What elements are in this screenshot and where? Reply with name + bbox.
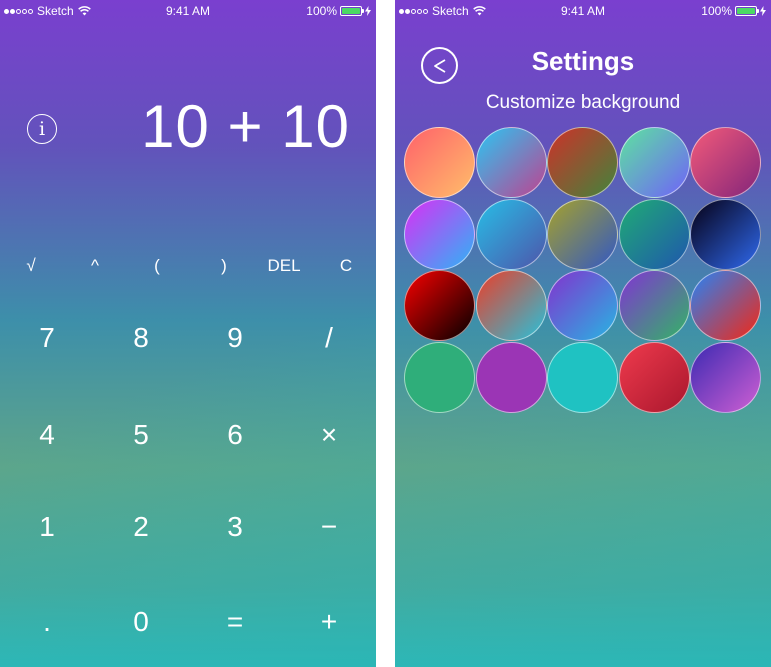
background-swatch[interactable] xyxy=(690,198,761,270)
background-swatch[interactable] xyxy=(690,270,761,341)
key-1[interactable]: 1 xyxy=(39,511,55,543)
status-bar: Sketch 9:41 AM 100% xyxy=(395,0,771,22)
key-8[interactable]: 8 xyxy=(133,322,149,354)
key-6[interactable]: 6 xyxy=(227,419,243,451)
key-4[interactable]: 4 xyxy=(39,419,55,451)
background-swatch[interactable] xyxy=(618,341,690,413)
settings-screen: Sketch 9:41 AM 100% Settings Customize b… xyxy=(395,0,771,667)
function-key-row: √ ^ ( ) DEL C xyxy=(0,256,376,276)
charging-icon xyxy=(760,6,766,16)
battery-icon xyxy=(340,6,364,16)
background-swatch[interactable] xyxy=(547,341,618,413)
power-key[interactable]: ^ xyxy=(91,256,99,276)
key-0[interactable]: 0 xyxy=(133,606,149,638)
background-swatch[interactable] xyxy=(404,270,475,341)
key-3[interactable]: 3 xyxy=(227,511,243,543)
background-swatch[interactable] xyxy=(618,127,690,198)
page-subtitle: Customize background xyxy=(485,92,681,113)
background-swatch[interactable] xyxy=(547,198,618,270)
battery-icon xyxy=(735,6,759,16)
decimal-key[interactable]: . xyxy=(43,606,51,638)
calculator-screen: Sketch 9:41 AM 100% i 10 + 10 √ ^ ( ) DE… xyxy=(0,0,376,667)
background-swatch[interactable] xyxy=(475,127,547,198)
status-right: 100% xyxy=(306,4,371,18)
background-swatch[interactable] xyxy=(690,127,761,198)
open-paren-key[interactable]: ( xyxy=(154,256,160,276)
background-swatch[interactable] xyxy=(690,341,761,413)
calculator-display: 10 + 10 xyxy=(141,93,350,160)
multiply-key[interactable]: × xyxy=(321,419,337,451)
background-swatch[interactable] xyxy=(475,198,547,270)
background-swatch[interactable] xyxy=(475,341,547,413)
subtract-key[interactable]: − xyxy=(321,511,337,543)
info-icon[interactable]: i xyxy=(27,114,57,144)
battery-percent: 100% xyxy=(701,4,732,18)
key-2[interactable]: 2 xyxy=(133,511,149,543)
divide-key[interactable]: / xyxy=(325,322,333,354)
page-title: Settings xyxy=(531,46,635,76)
background-swatch[interactable] xyxy=(404,341,475,413)
background-swatch[interactable] xyxy=(618,198,690,270)
delete-key[interactable]: DEL xyxy=(267,256,300,276)
background-swatch[interactable] xyxy=(547,127,618,198)
charging-icon xyxy=(365,6,371,16)
background-swatch[interactable] xyxy=(475,270,547,341)
status-right: 100% xyxy=(701,4,766,18)
clear-key[interactable]: C xyxy=(340,256,352,276)
battery-percent: 100% xyxy=(306,4,337,18)
add-key[interactable]: + xyxy=(321,606,337,638)
equals-key[interactable]: = xyxy=(227,606,243,638)
background-swatch[interactable] xyxy=(404,127,475,198)
background-swatch[interactable] xyxy=(618,270,690,341)
background-swatch[interactable] xyxy=(547,270,618,341)
key-9[interactable]: 9 xyxy=(227,322,243,354)
sqrt-key[interactable]: √ xyxy=(26,256,35,276)
status-bar: Sketch 9:41 AM 100% xyxy=(0,0,376,22)
close-paren-key[interactable]: ) xyxy=(221,256,227,276)
background-swatch[interactable] xyxy=(404,198,475,270)
key-5[interactable]: 5 xyxy=(133,419,149,451)
key-7[interactable]: 7 xyxy=(39,322,55,354)
